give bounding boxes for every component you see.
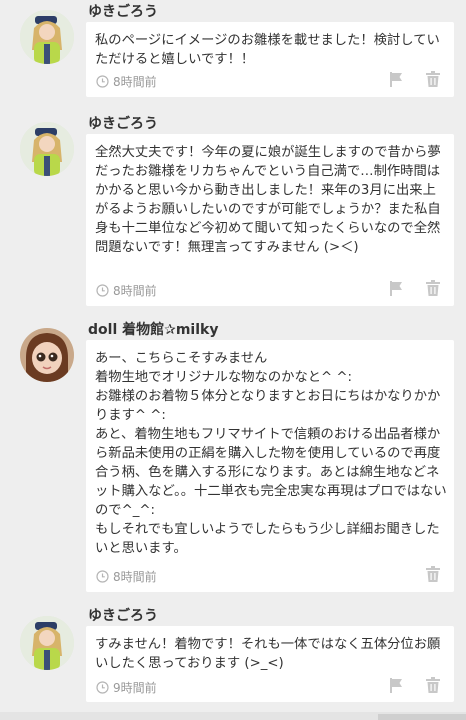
timestamp: 9時間前 (96, 679, 157, 695)
timestamp: 8時間前 (96, 568, 157, 584)
blythe-doll-avatar-icon[interactable] (20, 328, 74, 382)
timestamp: 8時間前 (96, 73, 157, 89)
flag-icon[interactable] (388, 677, 404, 693)
timestamp-text: 8時間前 (113, 283, 157, 298)
clock-icon (96, 74, 109, 88)
doll-avatar-icon[interactable] (20, 10, 74, 64)
trash-icon[interactable] (425, 280, 441, 296)
clock-icon (96, 680, 109, 694)
author-name[interactable]: ゆきごろう (88, 113, 158, 133)
trash-icon[interactable] (425, 566, 441, 582)
author-name[interactable]: ゆきごろう (88, 605, 158, 625)
scroll-indicator (378, 714, 466, 720)
author-name[interactable]: doll 着物館✰milky (88, 319, 218, 339)
comment-text: すみません！着物です！それも一体ではなく五体分位お願いしたく思っております (>… (95, 637, 441, 671)
clock-icon (96, 283, 109, 297)
clock-icon (96, 569, 109, 583)
comment-bubble: すみません！着物です！それも一体ではなく五体分位お願いしたく思っております (>… (86, 626, 454, 702)
comment-text: あー、こちらこそすみません 着物生地でオリジナルな物なのかなと^ ^: お雛様の… (95, 351, 447, 556)
trash-icon[interactable] (425, 677, 441, 693)
timestamp-text: 9時間前 (113, 680, 157, 695)
author-name[interactable]: ゆきごろう (88, 1, 158, 21)
doll-avatar-icon[interactable] (20, 616, 74, 670)
flag-icon[interactable] (388, 71, 404, 87)
comment-text: 全然大丈夫です！今年の夏に娘が誕生しますので昔から夢だったお雛様をリカちゃんでと… (95, 145, 441, 255)
timestamp-text: 8時間前 (113, 74, 157, 89)
comment-bubble: 全然大丈夫です！今年の夏に娘が誕生しますので昔から夢だったお雛様をリカちゃんでと… (86, 134, 454, 306)
comment-bubble: 私のページにイメージのお雛様を載せました！検討していただけると嬉しいです！！ 8… (86, 22, 454, 97)
flag-icon[interactable] (388, 280, 404, 296)
comment-bubble: あー、こちらこそすみません 着物生地でオリジナルな物なのかなと^ ^: お雛様の… (86, 340, 454, 592)
trash-icon[interactable] (425, 71, 441, 87)
timestamp-text: 8時間前 (113, 569, 157, 584)
timestamp: 8時間前 (96, 282, 157, 298)
comment-text: 私のページにイメージのお雛様を載せました！検討していただけると嬉しいです！！ (95, 33, 440, 67)
comment-thread: ゆきごろう 私のページにイメージのお雛様を載せました！検討していただけると嬉しい… (0, 0, 466, 720)
doll-avatar-icon[interactable] (20, 122, 74, 176)
